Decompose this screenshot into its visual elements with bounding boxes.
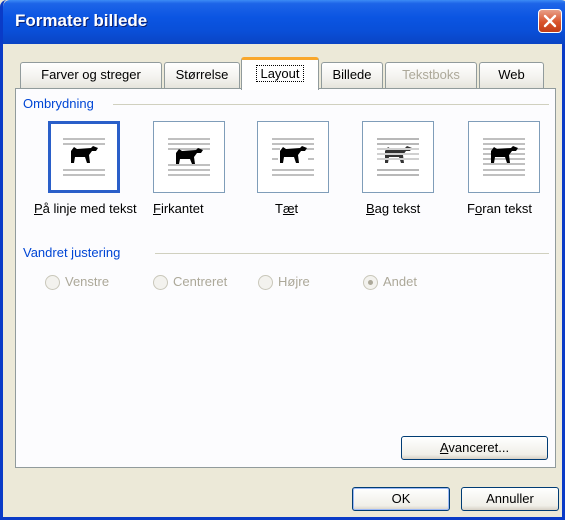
close-button[interactable] (538, 9, 562, 33)
tab-label: Størrelse (175, 67, 229, 82)
radio-circle (363, 275, 378, 290)
tab-colors-and-lines[interactable]: Farver og streger (20, 62, 162, 88)
tab-label: Tekstboks (402, 67, 460, 82)
behind-text-icon (377, 138, 419, 176)
tab-layout[interactable]: Layout (241, 57, 319, 90)
accel-key: B (366, 201, 375, 216)
radio-label: Venstre (65, 274, 110, 289)
radio-selected-dot (368, 280, 373, 285)
in-front-of-text-icon (483, 138, 525, 176)
button-label: vanceret... (448, 440, 510, 455)
wrapping-group-label: Ombrydning (23, 96, 98, 111)
alignment-group-label: Vandret justering (23, 245, 125, 260)
tab-web[interactable]: Web (479, 62, 544, 88)
label-text: t (294, 201, 299, 216)
radio-label: Højre (278, 274, 310, 289)
wrap-in-front-label[interactable]: Foran tekst (467, 201, 532, 216)
wrap-in-front-button[interactable] (468, 121, 540, 193)
label-text: F (467, 201, 475, 216)
label-text: T (275, 201, 283, 216)
button-label: OK (391, 491, 411, 506)
in-line-with-text-icon (63, 138, 105, 176)
advanced-button[interactable]: Avanceret... (401, 436, 548, 460)
button-label: Annuller (486, 491, 534, 506)
radio-label: Andet (383, 274, 417, 289)
tab-label: Farver og streger (41, 67, 141, 82)
wrap-in-line-label[interactable]: På linje med tekst (34, 201, 137, 216)
wrap-square-label[interactable]: Firkantet (153, 201, 204, 216)
close-icon (543, 14, 557, 28)
radio-label: Centreret (173, 274, 228, 289)
wrap-square-button[interactable] (153, 121, 225, 193)
accel-key: æ (282, 201, 295, 216)
wrap-tight-label[interactable]: Tæt (275, 201, 298, 216)
tab-label: Layout (256, 65, 304, 82)
wrap-tight-button[interactable] (257, 121, 329, 193)
tab-picture[interactable]: Billede (321, 62, 383, 88)
label-text: irkantet (160, 201, 204, 216)
format-picture-dialog: Formater billede Farver og streger Størr… (0, 0, 565, 520)
tab-size[interactable]: Størrelse (164, 62, 240, 88)
wrapping-group-divider (113, 104, 549, 105)
radio-circle (45, 275, 60, 290)
wrap-behind-text-label[interactable]: Bag tekst (366, 201, 420, 216)
wrap-behind-text-button[interactable] (362, 121, 434, 193)
title-bar[interactable]: Formater billede (3, 0, 565, 44)
label-text: ag tekst (374, 201, 421, 216)
alignment-group-divider (155, 253, 549, 254)
tab-textbox: Tekstboks (385, 62, 477, 88)
radio-circle (258, 275, 273, 290)
ok-button[interactable]: OK (352, 487, 450, 511)
radio-circle (153, 275, 168, 290)
dialog-title: Formater billede (15, 11, 148, 30)
wrap-in-line-button[interactable] (48, 121, 120, 193)
tab-label: Billede (332, 67, 372, 82)
label-text: ran tekst (482, 201, 533, 216)
tab-label: Web (498, 67, 525, 82)
accel-key: P (34, 201, 43, 216)
label-text: å linje med tekst (42, 201, 137, 216)
tight-wrap-icon (272, 138, 314, 176)
cancel-button[interactable]: Annuller (461, 487, 559, 511)
square-wrap-icon (168, 138, 210, 176)
accel-key: F (153, 201, 161, 216)
